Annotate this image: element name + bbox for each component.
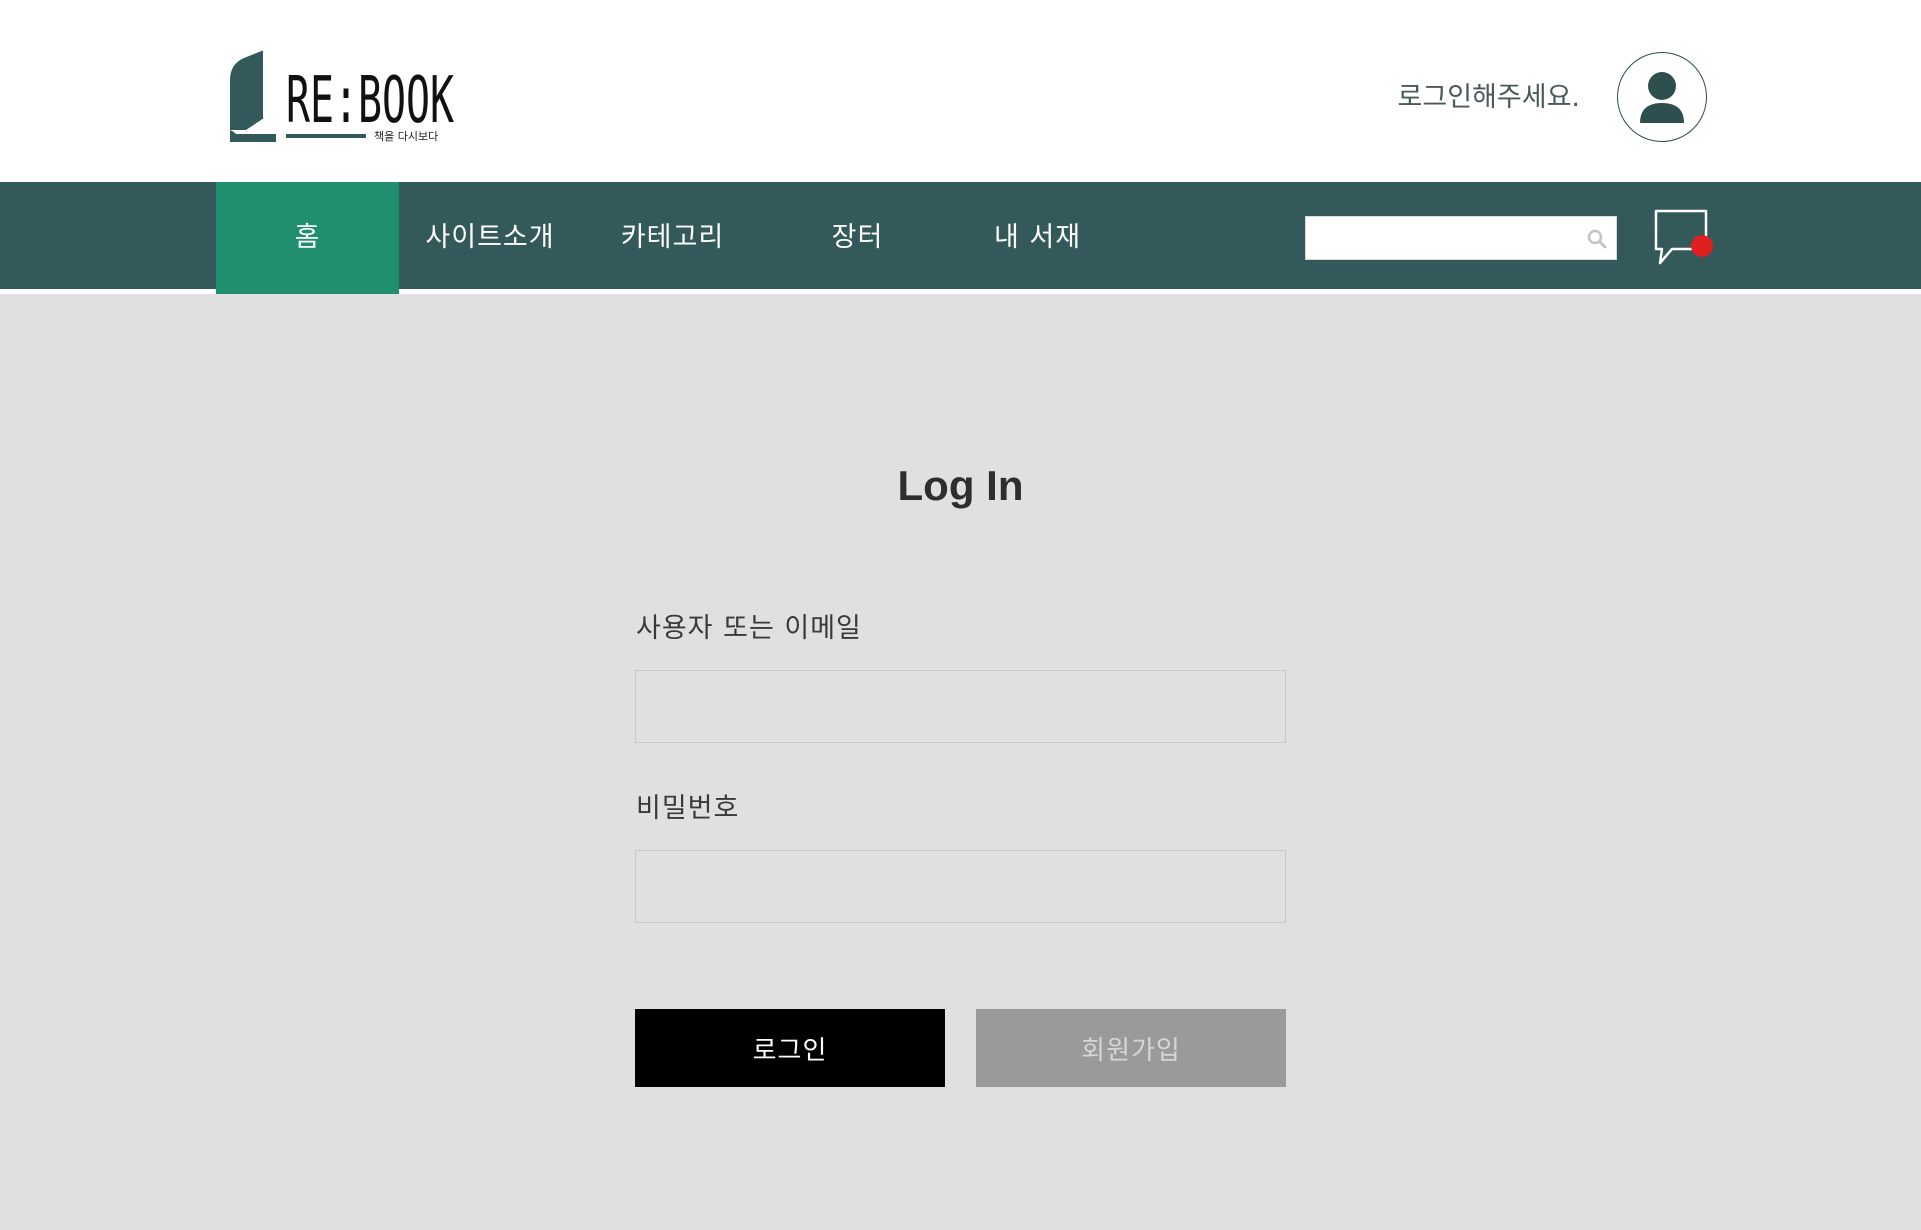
main-nav: 홈 사이트소개 카테고리 장터 내 서재 <box>0 182 1921 294</box>
rebook-logo[interactable]: RE:BOOK 책을 다시보다 <box>226 50 458 150</box>
nav-item-market[interactable]: 장터 <box>790 182 925 294</box>
nav-item-home[interactable]: 홈 <box>216 182 399 294</box>
username-input[interactable] <box>635 670 1286 743</box>
password-input[interactable] <box>635 850 1286 923</box>
search-input[interactable] <box>1306 217 1576 259</box>
username-label: 사용자 또는 이메일 <box>636 613 862 644</box>
user-icon <box>1640 72 1684 123</box>
nav-item-category[interactable]: 카테고리 <box>595 182 750 294</box>
nav-item-my-library[interactable]: 내 서재 <box>960 182 1115 294</box>
logo-text: RE:BOOK <box>286 64 454 138</box>
login-button[interactable]: 로그인 <box>635 1009 945 1087</box>
nav-item-about[interactable]: 사이트소개 <box>410 182 570 294</box>
logo-tagline: 책을 다시보다 <box>374 130 438 143</box>
password-label: 비밀번호 <box>636 793 740 824</box>
header: RE:BOOK 책을 다시보다 로그인해주세요. <box>0 0 1921 182</box>
signup-button[interactable]: 회원가입 <box>976 1009 1286 1087</box>
search-box <box>1305 216 1617 260</box>
search-icon[interactable] <box>1586 228 1608 250</box>
page-title: Log In <box>897 462 1024 509</box>
notification-dot <box>1691 235 1713 257</box>
login-prompt[interactable]: 로그인해주세요. <box>1340 76 1580 120</box>
book-logo-icon: RE:BOOK 책을 다시보다 <box>230 50 454 143</box>
user-avatar-button[interactable] <box>1617 52 1707 142</box>
chat-bubble-icon[interactable] <box>1652 209 1716 267</box>
